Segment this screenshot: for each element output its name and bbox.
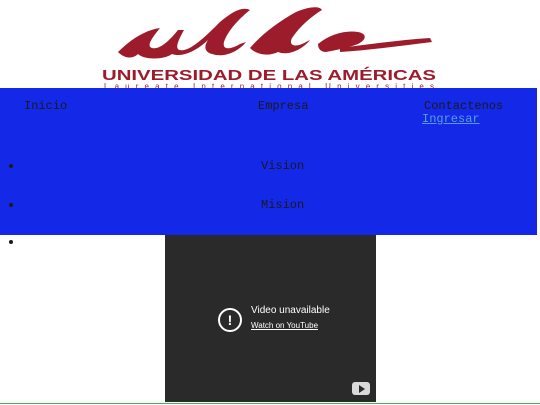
video-unavailable-title: Video unavailable: [251, 305, 330, 316]
submenu-item-mision[interactable]: Mision: [261, 198, 304, 212]
alert-circle-icon: !: [218, 308, 242, 332]
list-bullet: [9, 203, 13, 207]
login-link[interactable]: Ingresar: [422, 112, 480, 126]
nav-item-contactenos[interactable]: Contactenos: [424, 99, 503, 113]
submenu-item-vision[interactable]: Vision: [261, 159, 304, 173]
main-navbar: Inicio Empresa Contactenos Ingresar Visi…: [0, 88, 537, 235]
youtube-embed[interactable]: ! Video unavailable Watch on YouTube: [165, 235, 376, 402]
list-bullet: [9, 240, 13, 244]
watch-on-youtube-link[interactable]: Watch on YouTube: [251, 321, 318, 330]
youtube-icon[interactable]: [352, 382, 370, 395]
nav-item-empresa[interactable]: Empresa: [258, 99, 308, 113]
list-bullet: [9, 164, 13, 168]
udla-logo-graphic: UNIVERSIDAD DE LAS AMÉRICAS Laureate Int…: [102, 7, 436, 90]
nav-item-inicio[interactable]: Inicio: [24, 99, 67, 113]
udla-logo: UNIVERSIDAD DE LAS AMÉRICAS Laureate Int…: [100, 0, 440, 90]
footer-divider: [0, 403, 540, 404]
